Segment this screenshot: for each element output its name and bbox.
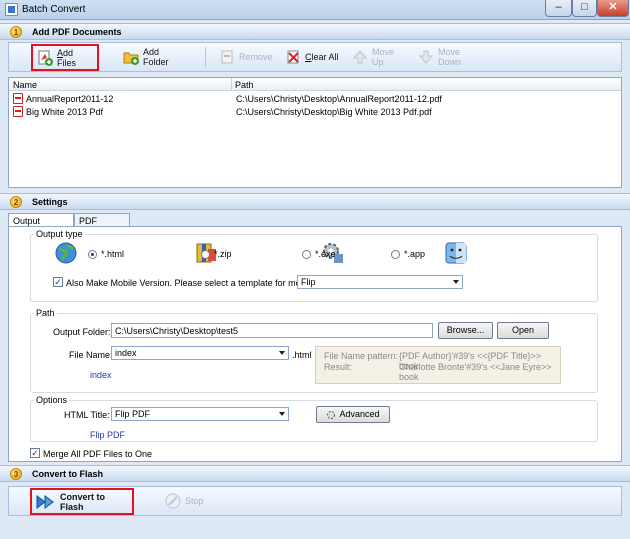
title-bar: Batch Convert – □ ✕ [0, 0, 630, 20]
output-folder-label: Output Folder: [53, 327, 111, 337]
move-down-label: Move Down [438, 47, 462, 67]
mobile-version-checkbox[interactable]: ✓ [53, 277, 63, 287]
pattern-label: File Name pattern: [324, 351, 399, 361]
file-path: C:\Users\Christy\Desktop\AnnualReport201… [236, 94, 442, 104]
remove-icon [219, 49, 235, 65]
mobile-template-value: Flip [301, 277, 316, 287]
add-files-button[interactable]: Add Files [31, 44, 99, 71]
open-button[interactable]: Open [497, 322, 549, 339]
file-extension: .html [292, 350, 312, 360]
radio-zip-label: *.zip [214, 249, 232, 259]
stop-label: Stop [185, 496, 204, 506]
mac-finder-icon [444, 241, 468, 265]
mobile-version-label: Also Make Mobile Version. Please select … [66, 278, 318, 288]
move-up-button[interactable]: Move Up [348, 43, 410, 71]
section-settings-header: 2 Settings [0, 193, 630, 210]
file-name-preview: index [90, 370, 112, 380]
chevron-down-icon [279, 412, 285, 416]
tab-pdf-setting[interactable]: PDF Setting [74, 213, 130, 236]
remove-button[interactable]: Remove [215, 43, 277, 71]
convert-to-flash-button[interactable]: Convert to Flash [30, 488, 134, 515]
file-name: AnnualReport2011-12 [26, 94, 114, 104]
app-icon [5, 3, 18, 16]
radio-exe-label: *.exe [315, 249, 336, 259]
advanced-button[interactable]: Advanced [316, 406, 390, 423]
section-settings-title: Settings [32, 197, 68, 207]
minimize-button[interactable]: – [545, 0, 572, 17]
close-button[interactable]: ✕ [597, 0, 629, 17]
settings-tabs: Output Settings PDF Setting [8, 213, 622, 236]
path-title: Path [34, 308, 57, 318]
globe-icon [54, 241, 78, 265]
radio-app-label: *.app [404, 249, 426, 259]
column-path[interactable]: Path [235, 80, 254, 90]
file-name-pattern-note: File Name pattern: {PDF Author}'#39's <<… [315, 346, 561, 384]
output-folder-input[interactable]: C:\Users\Christy\Desktop\test5 [111, 323, 433, 338]
convert-toolbar: Convert to Flash Stop [8, 486, 622, 516]
radio-app[interactable] [391, 250, 400, 259]
column-name[interactable]: Name [13, 80, 37, 90]
pdf-file-icon [13, 106, 23, 117]
html-title-label: HTML Title: [64, 410, 110, 420]
convert-arrow-icon [36, 494, 56, 510]
advanced-label: Advanced [339, 409, 380, 419]
step-2-badge: 2 [10, 196, 22, 208]
add-folder-label: Add Folder [143, 47, 169, 67]
settings-icon [326, 410, 336, 420]
remove-label: Remove [239, 52, 273, 62]
radio-exe[interactable] [302, 250, 311, 259]
html-title-preview: Flip PDF [90, 430, 126, 440]
file-name: Big White 2013 Pdf [26, 107, 104, 117]
chevron-down-icon [453, 280, 459, 284]
output-type-title: Output type [34, 229, 85, 239]
browse-button[interactable]: Browse... [438, 322, 493, 339]
output-type-group [30, 234, 598, 302]
chevron-down-icon [279, 351, 285, 355]
file-path: C:\Users\Christy\Desktop\Big White 2013 … [236, 107, 432, 117]
file-toolbar: Add Files Add Folder Remove Clear All Mo… [8, 42, 622, 72]
radio-html[interactable] [88, 250, 97, 259]
html-title-select[interactable]: Flip PDF [111, 407, 289, 421]
merge-files-label: Merge All PDF Files to One [43, 449, 153, 459]
arrow-up-icon [352, 49, 368, 65]
section-add-pdf-header: 1 Add PDF Documents [0, 23, 630, 40]
file-row[interactable]: AnnualReport2011-12 C:\Users\Christy\Des… [9, 93, 621, 105]
file-list[interactable]: Name Path AnnualReport2011-12 C:\Users\C… [8, 77, 622, 188]
move-up-label: Move Up [372, 47, 395, 67]
stop-icon [165, 493, 181, 509]
clear-icon [285, 49, 301, 65]
add-folder-button[interactable]: Add Folder [119, 43, 191, 71]
add-file-icon [37, 50, 53, 66]
radio-zip[interactable] [201, 250, 210, 259]
move-down-button[interactable]: Move Down [414, 43, 489, 71]
file-name-select[interactable]: index [111, 346, 289, 360]
clear-all-button[interactable]: Clear All [281, 43, 343, 71]
options-title: Options [34, 395, 70, 405]
window-title: Batch Convert [22, 4, 86, 15]
clear-all-label: lear All [311, 52, 339, 62]
toolbar-separator [205, 47, 206, 67]
file-row[interactable]: Big White 2013 Pdf C:\Users\Christy\Desk… [9, 106, 621, 118]
file-list-header: Name Path [9, 78, 621, 91]
step-3-badge: 3 [10, 468, 22, 480]
mobile-template-select[interactable]: Flip [297, 275, 463, 289]
convert-to-flash-label: Convert to Flash [60, 491, 105, 512]
radio-html-label: *.html [101, 249, 125, 259]
section-convert-title: Convert to Flash [32, 469, 104, 479]
file-name-label: File Name: [69, 350, 113, 360]
result-value: Charlotte Bronte'#39's <<Jane Eyre>> boo… [399, 362, 552, 382]
merge-files-checkbox[interactable]: ✓ [30, 448, 40, 458]
result-label: Result: [324, 362, 353, 372]
html-title-value: Flip PDF [115, 409, 151, 419]
file-name-value: index [115, 348, 137, 358]
section-add-pdf-title: Add PDF Documents [32, 27, 122, 37]
column-divider[interactable] [231, 78, 232, 91]
step-1-badge: 1 [10, 26, 22, 38]
section-convert-header: 3 Convert to Flash [0, 465, 630, 482]
pdf-file-icon [13, 93, 23, 104]
folder-icon [123, 49, 139, 65]
stop-button[interactable]: Stop [161, 487, 211, 515]
arrow-down-icon [418, 49, 434, 65]
maximize-button[interactable]: □ [572, 0, 597, 17]
